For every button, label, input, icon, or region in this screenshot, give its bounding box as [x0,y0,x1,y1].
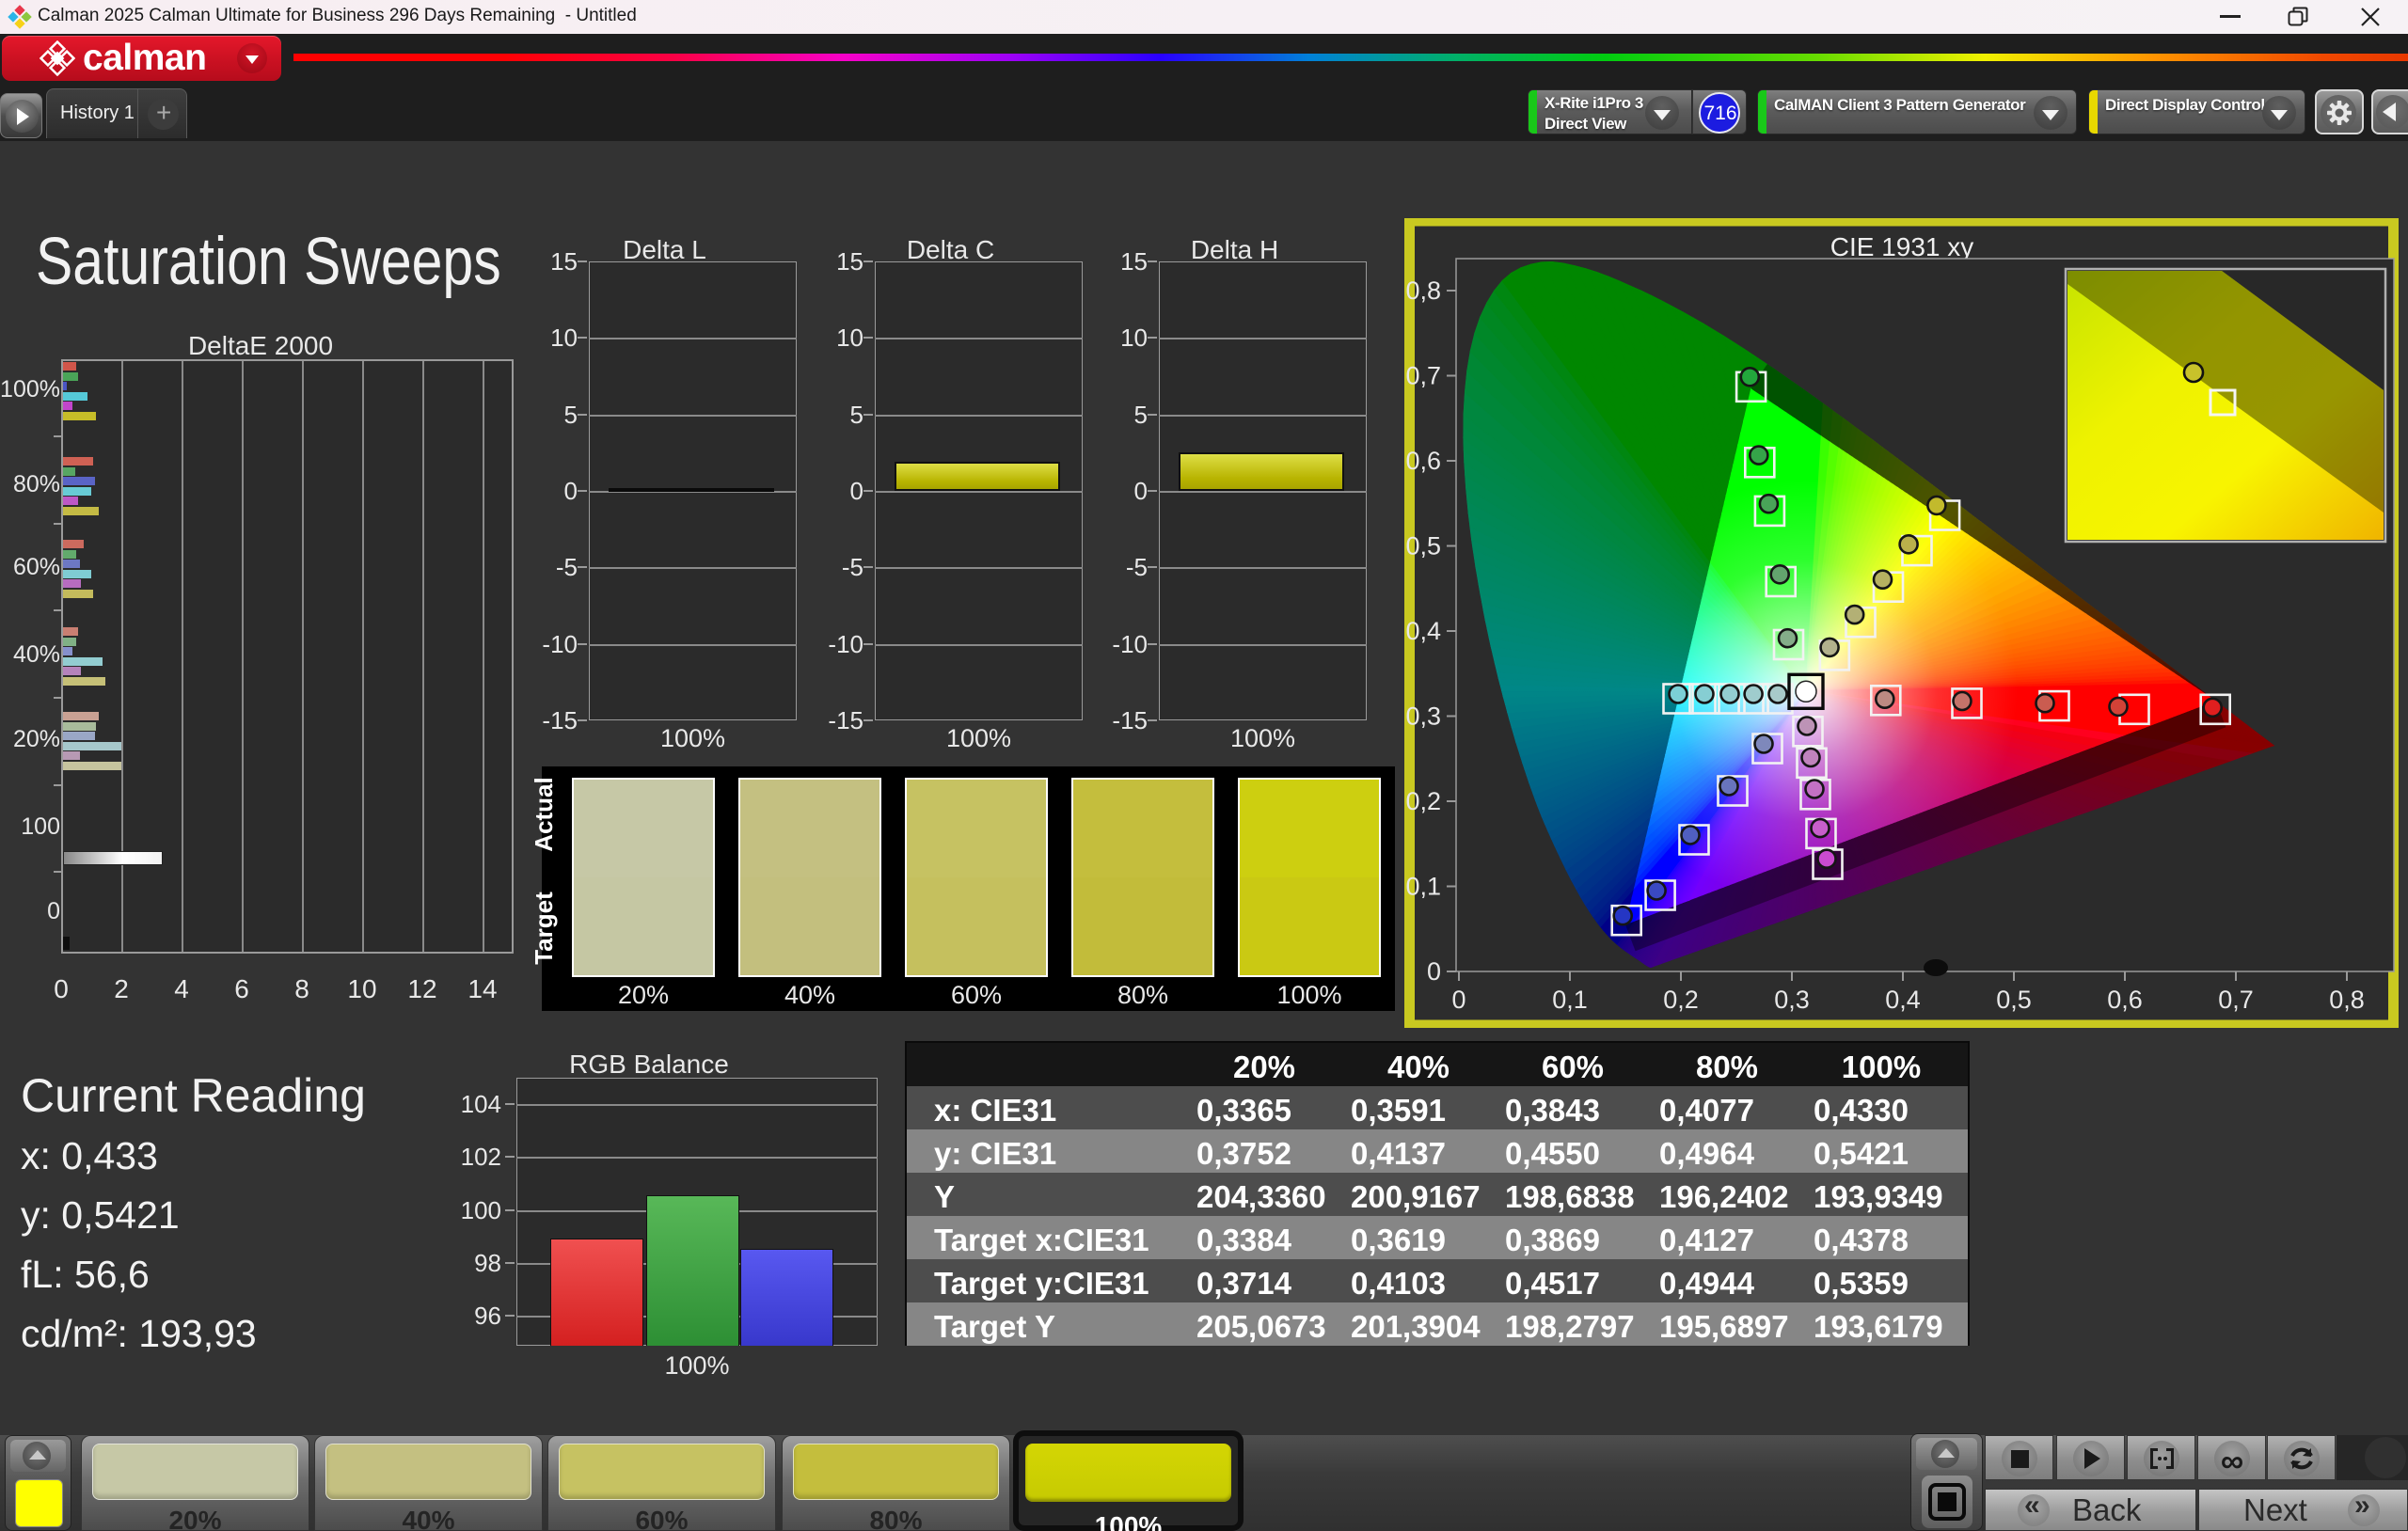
svg-text:0,7: 0,7 [2218,986,2254,1014]
svg-text:0,1: 0,1 [1405,873,1441,901]
svg-text:0,2: 0,2 [1405,787,1441,815]
svg-text:CIE 1931 xy: CIE 1931 xy [1830,232,1974,261]
svg-text:0,6: 0,6 [2107,986,2143,1014]
svg-text:0,5: 0,5 [1996,986,2032,1014]
svg-text:0,7: 0,7 [1405,362,1441,390]
svg-text:0,4: 0,4 [1405,617,1441,645]
svg-text:0,4: 0,4 [1885,986,1921,1014]
svg-text:0: 0 [1451,986,1465,1014]
svg-text:0,1: 0,1 [1552,986,1588,1014]
svg-text:0,5: 0,5 [1405,532,1441,560]
svg-text:0: 0 [1427,957,1441,986]
svg-text:0,3: 0,3 [1405,702,1441,731]
svg-text:0,8: 0,8 [2329,986,2365,1014]
svg-text:0,6: 0,6 [1405,447,1441,475]
svg-text:0,8: 0,8 [1405,276,1441,305]
svg-text:0,2: 0,2 [1663,986,1699,1014]
svg-text:0,3: 0,3 [1774,986,1810,1014]
